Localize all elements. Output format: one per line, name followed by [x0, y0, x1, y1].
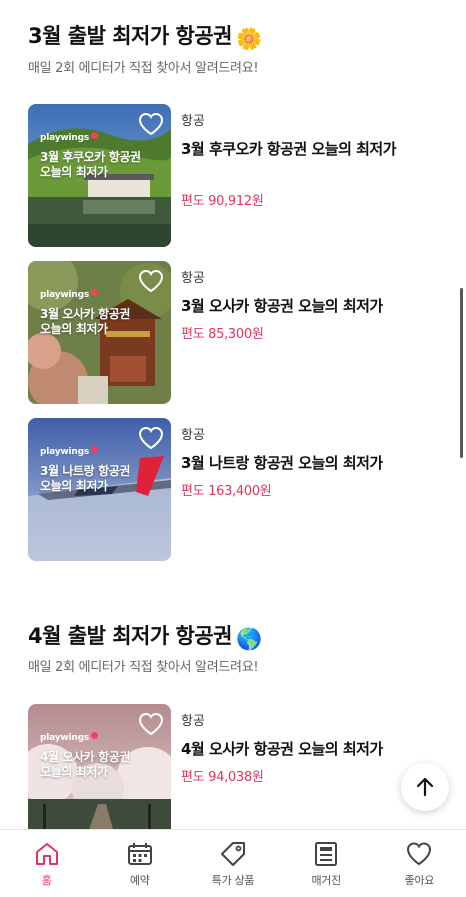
product-card[interactable]: playwings 3월 나트랑 항공권 오늘의 최저가 항공 3월 나트랑 항…	[28, 418, 448, 561]
section-subtitle: 매일 2회 에디터가 직접 찾아서 알려드려요!	[28, 61, 259, 76]
product-price: 편도 94,038원	[181, 770, 264, 785]
home-icon	[35, 843, 58, 865]
scrollbar-thumb[interactable]	[460, 288, 463, 458]
brand-logo: playwings	[40, 732, 98, 743]
bottom-tab-bar: 홈 예약 특가 상품 매거진 좋아요	[0, 829, 466, 897]
tab-label: 예약	[129, 874, 150, 887]
newspaper-icon	[315, 842, 338, 866]
product-category: 항공	[181, 428, 205, 443]
scroll-to-top-button[interactable]	[401, 763, 449, 811]
product-card[interactable]: playwings 3월 후쿠오카 항공권 오늘의 최저가 항공 3월 후쿠오카…	[28, 104, 448, 247]
product-thumbnail[interactable]: playwings 3월 나트랑 항공권 오늘의 최저가	[28, 418, 171, 561]
thumbnail-caption: 3월 후쿠오카 항공권 오늘의 최저가	[40, 150, 141, 179]
product-price: 편도 90,912원	[181, 194, 264, 209]
product-name[interactable]: 3월 후쿠오카 항공권 오늘의 최저가	[181, 138, 406, 160]
flower-emoji-icon: 🌼	[235, 27, 262, 51]
product-name[interactable]: 3월 오사카 항공권 오늘의 최저가	[181, 295, 406, 317]
tab-home[interactable]: 홈	[0, 830, 93, 897]
tab-likes[interactable]: 좋아요	[373, 830, 466, 897]
like-heart-icon[interactable]	[138, 712, 164, 736]
like-heart-icon[interactable]	[138, 426, 164, 450]
product-category: 항공	[181, 714, 205, 729]
product-thumbnail[interactable]: playwings 3월 오사카 항공권 오늘의 최저가	[28, 261, 171, 404]
brand-logo: playwings	[40, 132, 98, 143]
product-name[interactable]: 3월 나트랑 항공권 오늘의 최저가	[181, 452, 406, 474]
section-title: 3월 출발 최저가 항공권 🌼	[28, 24, 262, 51]
like-heart-icon[interactable]	[138, 269, 164, 293]
calendar-icon	[127, 843, 152, 865]
product-name[interactable]: 4월 오사카 항공권 오늘의 최저가	[181, 738, 406, 760]
section-title: 4월 출발 최저가 항공권 🌎	[28, 624, 262, 651]
product-category: 항공	[181, 271, 205, 286]
like-heart-icon[interactable]	[138, 112, 164, 136]
thumbnail-caption: 3월 오사카 항공권 오늘의 최저가	[40, 307, 130, 336]
section-subtitle: 매일 2회 에디터가 직접 찾아서 알려드려요!	[28, 660, 259, 675]
brand-logo: playwings	[40, 446, 98, 457]
globe-emoji-icon: 🌎	[235, 627, 262, 651]
product-price: 편도 85,300원	[181, 327, 264, 342]
thumbnail-caption: 3월 나트랑 항공권 오늘의 최저가	[40, 464, 130, 493]
brand-logo: playwings	[40, 289, 98, 300]
tab-reservation[interactable]: 예약	[93, 830, 186, 897]
heart-icon	[407, 842, 432, 866]
tab-deals[interactable]: 특가 상품	[186, 830, 279, 897]
tab-label: 좋아요	[404, 874, 435, 887]
product-category: 항공	[181, 114, 205, 129]
product-card[interactable]: playwings 4월 오사카 항공권 오늘의 최저가 항공 4월 오사카 항…	[28, 704, 448, 847]
thumbnail-caption: 4월 오사카 항공권 오늘의 최저가	[40, 750, 130, 779]
tab-magazine[interactable]: 매거진	[280, 830, 373, 897]
product-thumbnail[interactable]: playwings 3월 후쿠오카 항공권 오늘의 최저가	[28, 104, 171, 247]
tab-label: 특가 상품	[211, 874, 255, 887]
product-thumbnail[interactable]: playwings 4월 오사카 항공권 오늘의 최저가	[28, 704, 171, 829]
tab-label: 매거진	[311, 874, 341, 887]
tag-icon	[221, 842, 245, 866]
arrow-up-icon	[416, 777, 434, 797]
product-price: 편도 163,400원	[181, 484, 272, 499]
tab-label: 홈	[41, 874, 52, 887]
product-card[interactable]: playwings 3월 오사카 항공권 오늘의 최저가 항공 3월 오사카 항…	[28, 261, 448, 404]
